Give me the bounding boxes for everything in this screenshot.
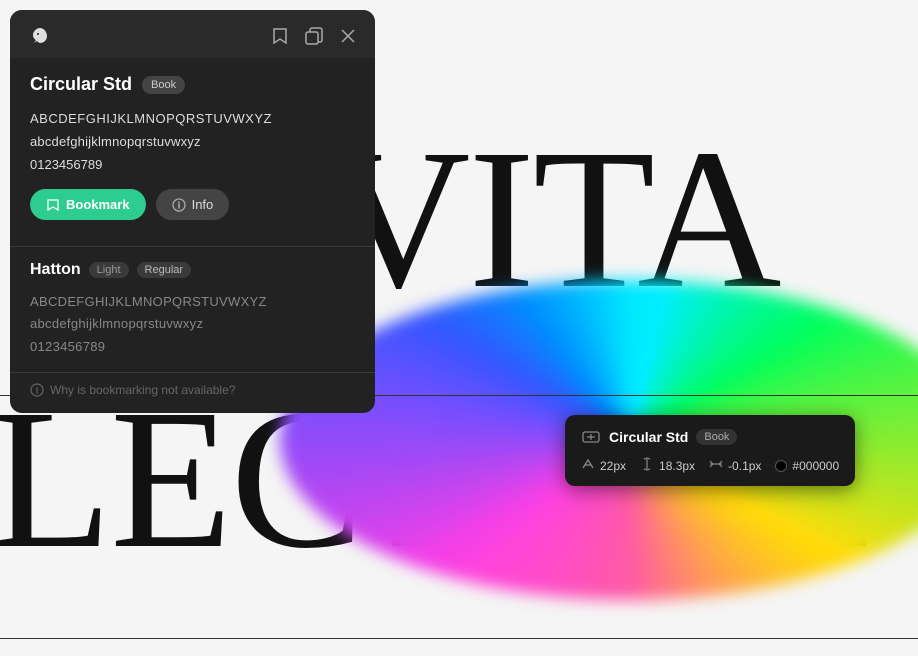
font1-section: Circular Std Book ABCDEFGHIJKLMNOPQRSTUV…: [10, 58, 375, 232]
tooltip-font-name: Circular Std: [609, 429, 688, 445]
font2-preview-upper: ABCDEFGHIJKLMNOPQRSTUVWXYZ: [30, 291, 355, 313]
font-size-value: 22px: [600, 459, 626, 473]
font2-style-light: Light: [89, 262, 129, 278]
font1-name-row: Circular Std Book: [30, 74, 355, 95]
font1-style-badge: Book: [142, 76, 185, 94]
info-button[interactable]: Info: [156, 189, 230, 220]
tooltip-metrics: 22px 18.3px -0.1px #000000: [581, 457, 839, 474]
panel-header: [10, 10, 375, 58]
bottom-warning: Why is bookmarking not available?: [10, 372, 375, 413]
font2-section: Hatton Light Regular ABCDEFGHIJKLMNOPQRS…: [10, 247, 375, 371]
action-buttons: Bookmark Info: [30, 189, 355, 220]
line-height-icon: [640, 457, 654, 474]
warning-label: Why is bookmarking not available?: [50, 383, 235, 397]
color-value: #000000: [792, 459, 839, 473]
metric-letter-spacing: -0.1px: [709, 457, 761, 474]
line-height-value: 18.3px: [659, 459, 695, 473]
metric-font-size: 22px: [581, 457, 626, 474]
font2-name-row: Hatton Light Regular: [30, 261, 355, 279]
font1-preview-upper: ABCDEFGHIJKLMNOPQRSTUVWXYZ: [30, 109, 355, 130]
font1-preview-nums: 0123456789: [30, 155, 355, 176]
panel-header-icons: [269, 25, 359, 47]
tooltip-header: Circular Std Book: [581, 427, 839, 447]
color-swatch: [775, 460, 787, 472]
bookmark-button-label: Bookmark: [66, 197, 130, 212]
metric-color: #000000: [775, 459, 839, 473]
font1-name: Circular Std: [30, 74, 132, 95]
app-logo: [26, 22, 54, 50]
warning-text: Why is bookmarking not available?: [30, 383, 355, 397]
bookmark-button[interactable]: Bookmark: [30, 189, 146, 220]
bookmark-header-icon[interactable]: [269, 25, 291, 47]
tooltip-font-icon: [581, 427, 601, 447]
font-tooltip-popup: Circular Std Book 22px 18.3px: [565, 415, 855, 486]
font1-preview-lower: abcdefghijklmnopqrstuvwxyz: [30, 132, 355, 153]
font-panel: Circular Std Book ABCDEFGHIJKLMNOPQRSTUV…: [10, 10, 375, 413]
tooltip-font-badge: Book: [696, 429, 737, 445]
info-button-label: Info: [192, 197, 214, 212]
copy-header-icon[interactable]: [303, 25, 325, 47]
font2-name: Hatton: [30, 261, 81, 279]
font2-style-regular: Regular: [137, 262, 192, 278]
close-header-icon[interactable]: [337, 25, 359, 47]
hr-line-2: [0, 638, 918, 639]
font2-preview-lower: abcdefghijklmnopqrstuvwxyz: [30, 313, 355, 335]
font2-preview-nums: 0123456789: [30, 336, 355, 358]
font-size-icon: [581, 457, 595, 474]
letter-spacing-value: -0.1px: [728, 459, 761, 473]
letter-spacing-icon: [709, 457, 723, 474]
metric-line-height: 18.3px: [640, 457, 695, 474]
